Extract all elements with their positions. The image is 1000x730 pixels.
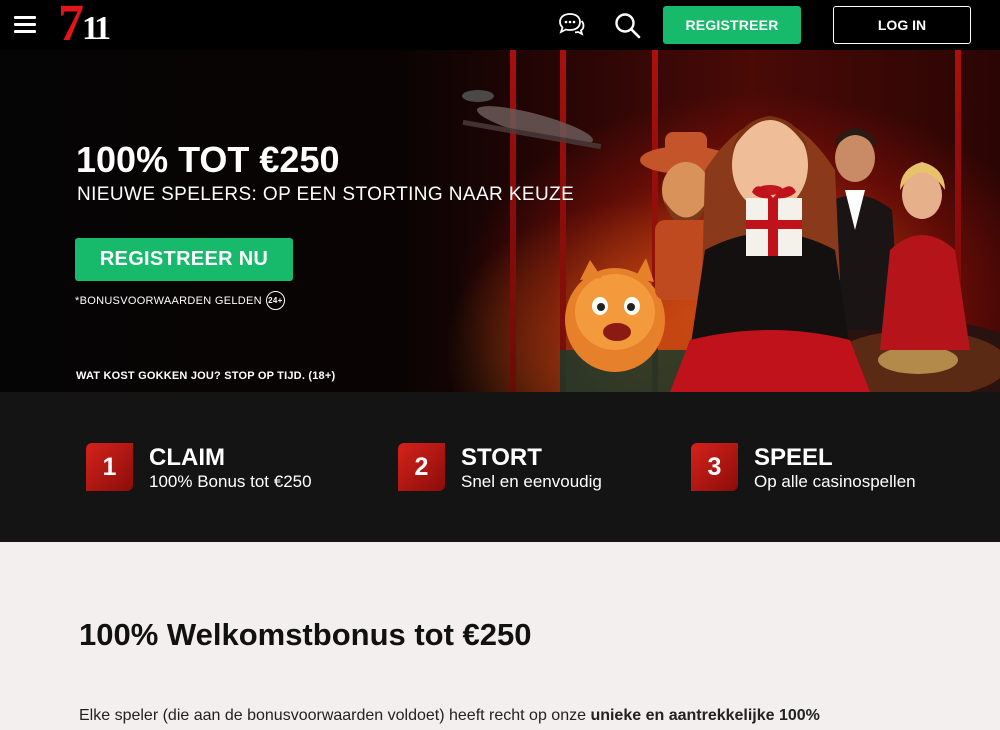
hero-banner: 100% TOT €250 NIEUWE SPELERS: OP EEN STO… — [0, 50, 1000, 392]
logo-eleven: 11 — [82, 10, 111, 47]
step-number: 2 — [398, 443, 445, 491]
step-number: 3 — [691, 443, 738, 491]
step-title: STORT — [461, 444, 542, 471]
top-navbar: 7 11 REGISTREER LOG IN — [0, 0, 1000, 50]
search-icon[interactable] — [614, 12, 641, 39]
step-description: 100% Bonus tot €250 — [149, 472, 312, 491]
steps-section: 1 CLAIM 100% Bonus tot €250 2 STORT Snel… — [0, 392, 1000, 542]
hero-title: 100% TOT €250 — [76, 139, 340, 180]
intro-text: Elke speler (die aan de bonusvoorwaarden… — [79, 707, 591, 724]
intro-paragraph: Elke speler (die aan de bonusvoorwaarden… — [79, 705, 939, 727]
step-description: Op alle casinospellen — [754, 472, 916, 491]
bonus-terms-text: *BONUSVOORWAARDEN GELDEN — [75, 294, 262, 307]
register-now-button[interactable]: REGISTREER NU — [75, 238, 293, 281]
bonus-terms[interactable]: *BONUSVOORWAARDEN GELDEN 24+ — [75, 291, 285, 310]
step-title: CLAIM — [149, 444, 225, 471]
step-play: 3 SPEEL Op alle casinospellen — [691, 443, 971, 491]
logo[interactable]: 7 11 — [58, 0, 122, 52]
page-title: 100% Welkomstbonus tot €250 — [79, 617, 532, 652]
tiger-illustration — [565, 258, 665, 372]
step-title: SPEEL — [754, 444, 833, 471]
intro-highlight: unieke en aantrekkelijke 100% — [590, 707, 820, 724]
menu-icon[interactable] — [14, 16, 36, 34]
hero-illustration — [462, 90, 1000, 392]
step-number: 1 — [86, 443, 133, 491]
step-description: Snel en eenvoudig — [461, 472, 602, 491]
step-deposit: 2 STORT Snel en eenvoudig — [398, 443, 658, 491]
gambling-warning: WAT KOST GOKKEN JOU? STOP OP TIJD. (18+) — [76, 370, 336, 382]
chat-icon[interactable] — [557, 12, 585, 38]
hero-subtitle: NIEUWE SPELERS: OP EEN STORTING NAAR KEU… — [77, 184, 575, 205]
plane-illustration — [462, 90, 602, 150]
step-claim: 1 CLAIM 100% Bonus tot €250 — [86, 443, 346, 491]
age-badge: 24+ — [265, 291, 285, 310]
logo-seven: 7 — [58, 0, 84, 52]
login-button[interactable]: LOG IN — [833, 6, 971, 44]
register-button[interactable]: REGISTREER — [663, 6, 801, 44]
stewardess-illustration — [880, 162, 970, 350]
